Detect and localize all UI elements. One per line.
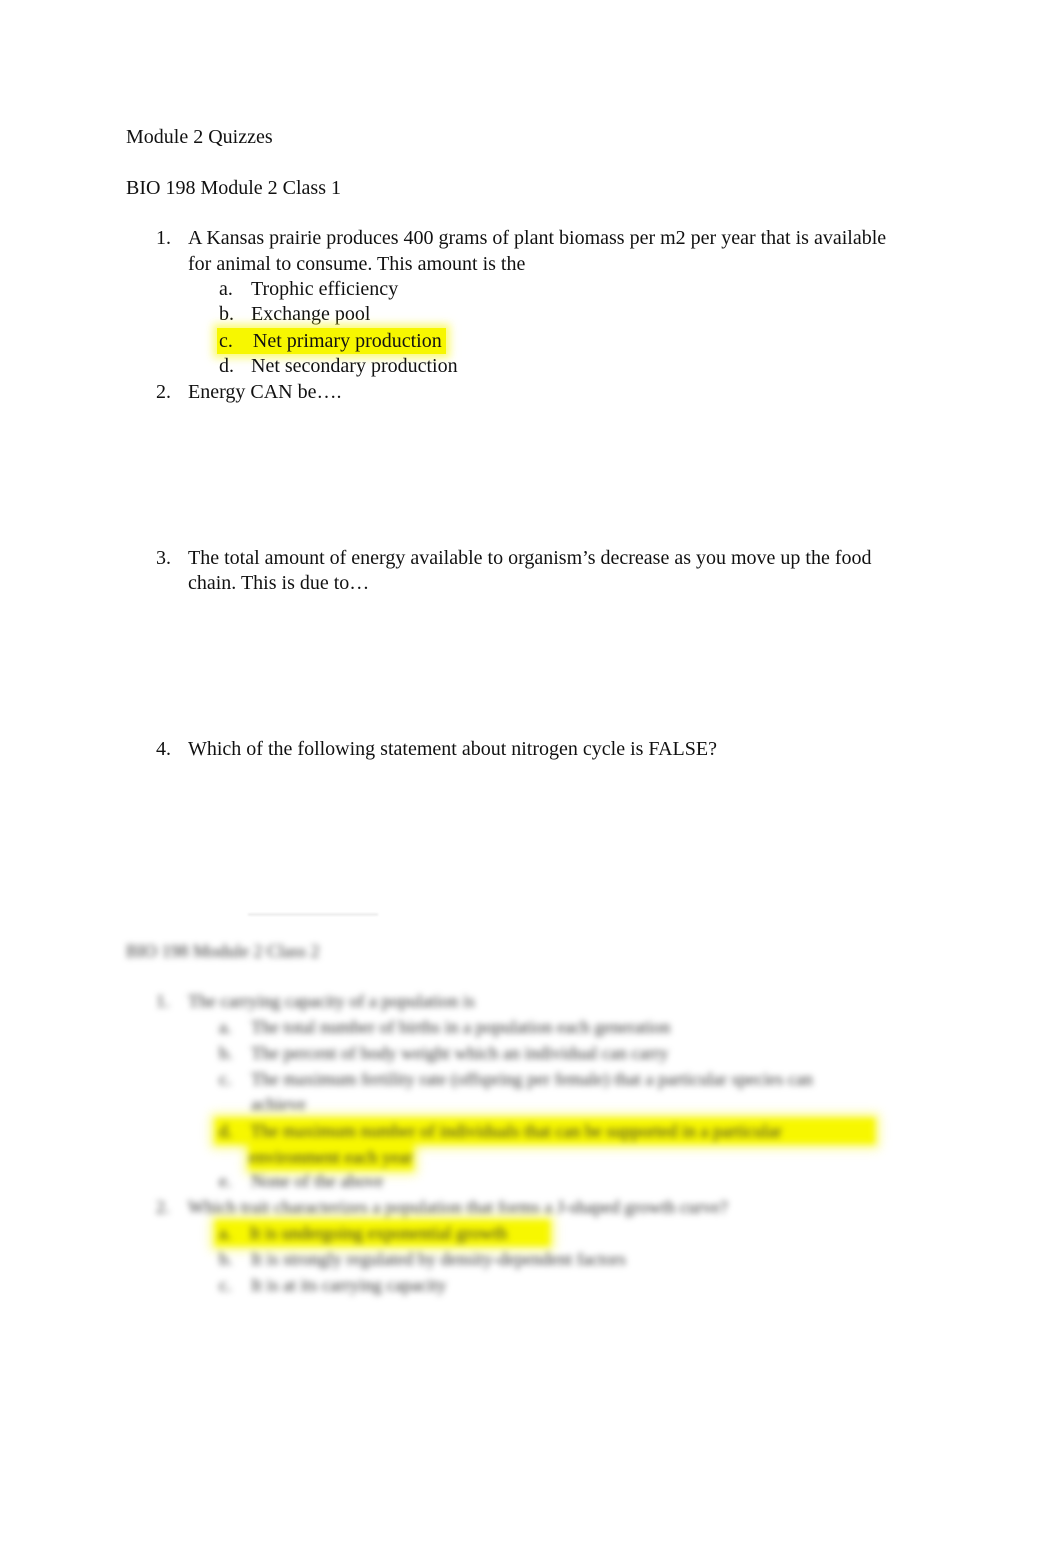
option-letter: c. (219, 330, 233, 352)
question-text-line: for animal to consume. This amount is th… (188, 253, 526, 275)
question-number: 3. (156, 547, 171, 569)
highlighted-answer: c. Net primary production (217, 328, 446, 354)
option-text: The percent of body weight which an indi… (251, 1043, 669, 1063)
section-heading: BIO 198 Module 2 Class 1 (126, 177, 341, 199)
option-letter: b. (219, 1043, 233, 1063)
page-divider (248, 914, 378, 915)
option-text: None of the above (251, 1171, 384, 1191)
option-text: Trophic efficiency (251, 278, 399, 300)
highlighted-answer: a. It is undergoing exponential growth (215, 1220, 550, 1246)
question-text-line: Which of the following statement about n… (188, 738, 717, 760)
question-text-line: The total amount of energy available to … (188, 547, 872, 569)
option-letter: b. (219, 303, 234, 325)
question-text-line: Energy CAN be…. (188, 381, 342, 403)
option-text: The maximum fertility rate (offspring pe… (251, 1069, 813, 1089)
option-letter: a. (219, 278, 233, 300)
option-letter: d. (219, 355, 234, 377)
question-number: 4. (156, 738, 171, 760)
option-letter: c. (219, 1069, 232, 1089)
question-number: 1. (156, 227, 171, 249)
option-text: Net secondary production (251, 355, 458, 377)
option-text: It is strongly regulated by density-depe… (251, 1249, 626, 1269)
question-number: 1. (156, 991, 170, 1011)
option-text: The maximum number of individuals that c… (250, 1121, 782, 1141)
question-number: 2. (156, 1197, 170, 1217)
option-letter: a. (219, 1017, 232, 1037)
option-text: It is at its carrying capacity (251, 1275, 447, 1295)
option-text: The total number of births in a populati… (251, 1017, 671, 1037)
option-letter: b. (219, 1249, 233, 1269)
question-text-line: Which trait characterizes a population t… (188, 1197, 728, 1217)
highlighted-answer: d. The maximum number of individuals that… (215, 1118, 875, 1144)
option-letter: d. (219, 1121, 233, 1141)
document-page: Module 2 Quizzes BIO 198 Module 2 Class … (0, 0, 1062, 1561)
option-text: achieve (251, 1094, 306, 1114)
document-title: Module 2 Quizzes (126, 126, 273, 148)
option-letter: c. (219, 1275, 232, 1295)
question-text-line: A Kansas prairie produces 400 grams of p… (188, 227, 887, 249)
question-text-line: The carrying capacity of a population is (188, 991, 475, 1011)
question-number: 2. (156, 381, 171, 403)
section-heading: BIO 198 Module 2 Class 2 (126, 941, 320, 961)
option-text: It is undergoing exponential growth (249, 1223, 508, 1243)
question-text-line: chain. This is due to… (188, 572, 370, 594)
option-text: Exchange pool (251, 303, 371, 325)
option-letter: e. (219, 1171, 232, 1191)
option-text: Net primary production (252, 330, 442, 352)
option-letter: a. (219, 1223, 232, 1243)
option-text: environment each year (249, 1144, 413, 1170)
